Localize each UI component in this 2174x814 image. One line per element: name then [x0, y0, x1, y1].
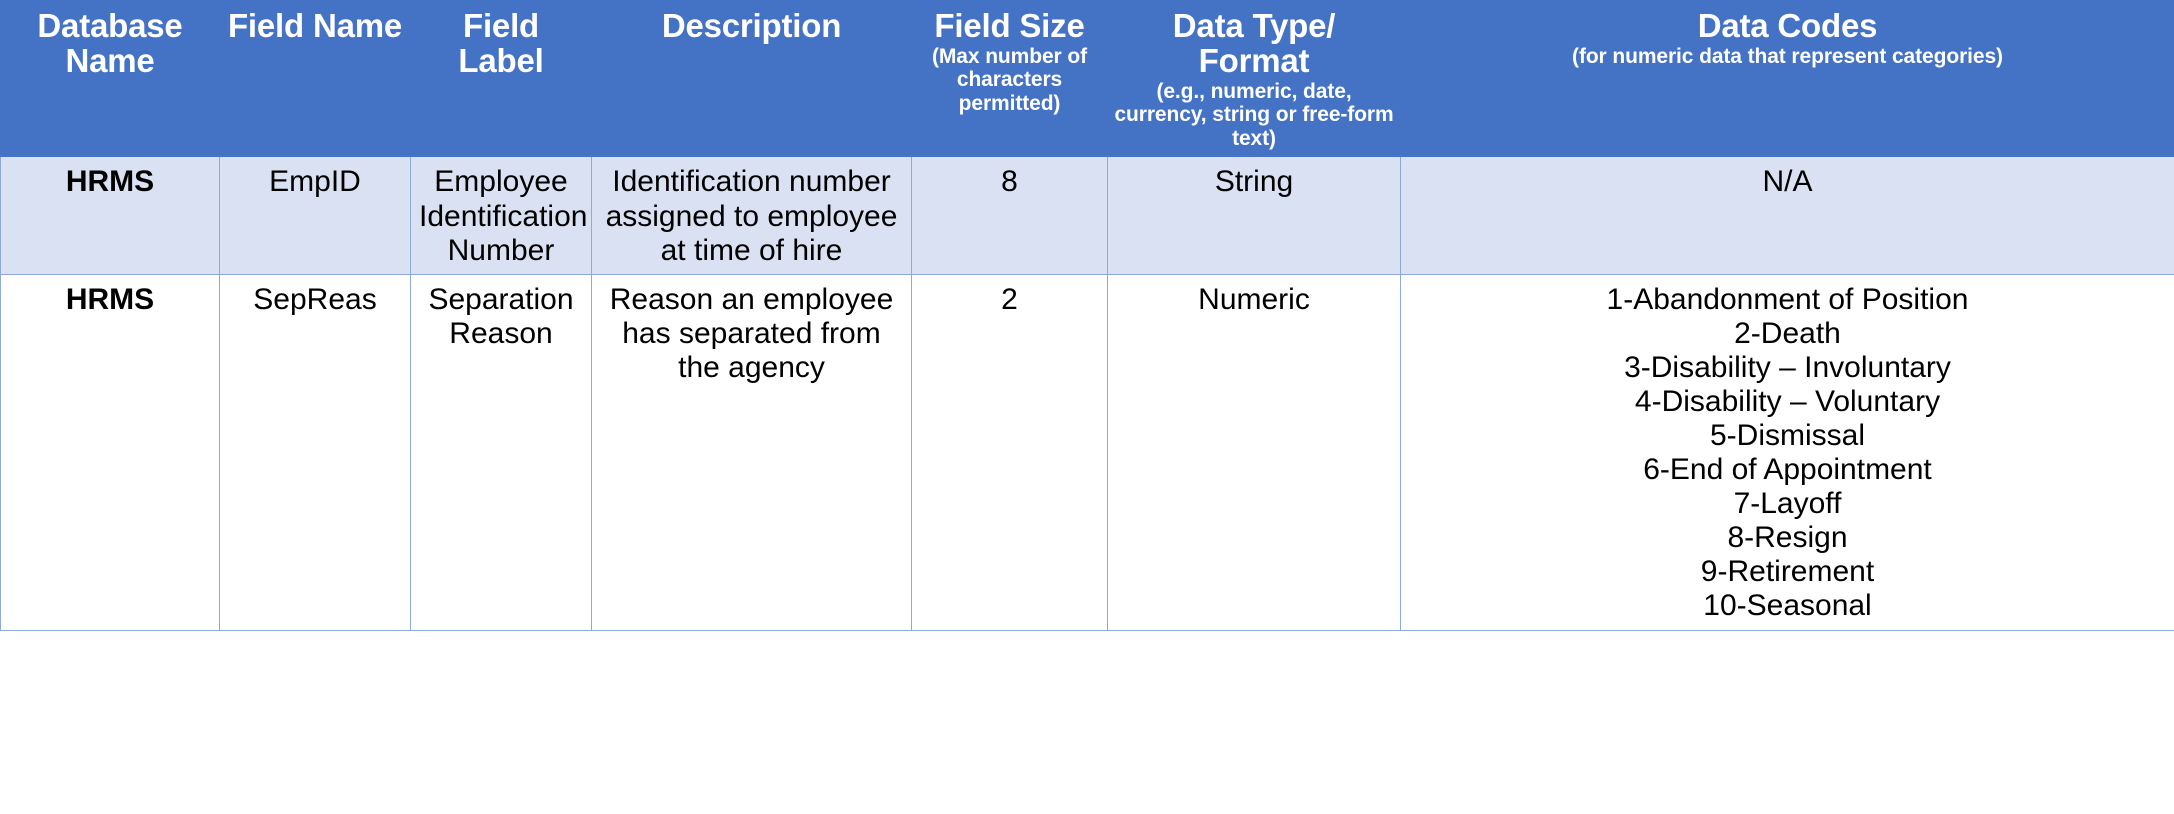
cell-field-label: Separation Reason [410, 274, 592, 631]
data-code-item: 7-Layoff [1733, 487, 1842, 521]
column-header-subtitle: (Max number of characters permitted) [932, 44, 1087, 115]
cell-data-type: Numeric [1107, 274, 1401, 631]
cell-field-size: 2 [911, 274, 1108, 631]
cell-database-name: HRMS [0, 156, 220, 276]
data-code-item: 6-End of Appointment [1643, 453, 1932, 487]
data-code-item: 4-Disability – Voluntary [1634, 385, 1941, 419]
column-header-field-label: Field Label [410, 0, 592, 158]
cell-description: Reason an employee has separated from th… [591, 274, 912, 631]
column-header-data-codes: Data Codes (for numeric data that repres… [1400, 0, 2174, 158]
column-header-data-type-format: Data Type/ Format (e.g., numeric, date, … [1107, 0, 1401, 158]
column-header-subtitle: (for numeric data that represent categor… [1572, 44, 2003, 68]
column-header-database-name: Database Name [0, 0, 220, 158]
cell-field-name: EmpID [219, 156, 411, 276]
cell-data-type: String [1107, 156, 1401, 276]
data-dictionary-table: Database Name Field Name Field Label Des… [0, 0, 2174, 631]
data-code-item: 1-Abandonment of Position [1606, 283, 1969, 317]
table-row: HRMS SepReas Separation Reason Reason an… [0, 274, 2174, 631]
cell-database-name: HRMS [0, 274, 220, 631]
data-code-item: 3-Disability – Involuntary [1624, 351, 1951, 385]
cell-field-label: Employee Identification Number [410, 156, 592, 276]
column-header-field-size: Field Size (Max number of characters per… [911, 0, 1108, 158]
column-header-field-name: Field Name [219, 0, 411, 158]
data-code-item: 5-Dismissal [1709, 419, 1865, 453]
column-header-title: Field Size [934, 7, 1085, 44]
column-header-title: Description [661, 7, 842, 44]
column-header-title: Field Label [458, 7, 544, 79]
cell-data-codes: 1-Abandonment of Position 2-Death 3-Disa… [1400, 274, 2174, 631]
column-header-title: Field Name [227, 7, 403, 44]
data-code-item: 10-Seasonal [1703, 589, 1872, 623]
column-header-title: Database Name [37, 7, 183, 79]
column-header-description: Description [591, 0, 912, 158]
cell-field-size: 8 [911, 156, 1108, 276]
column-header-subtitle: (e.g., numeric, date, currency, string o… [1114, 79, 1394, 150]
table-header-row: Database Name Field Name Field Label Des… [0, 0, 2174, 158]
data-code-item: 8-Resign [1727, 521, 1848, 555]
table-row: HRMS EmpID Employee Identification Numbe… [0, 156, 2174, 276]
data-code-item: N/A [1762, 165, 1813, 199]
cell-field-name: SepReas [219, 274, 411, 631]
column-header-title: Data Codes [1697, 7, 1878, 44]
cell-data-codes: N/A [1400, 156, 2174, 276]
data-code-item: 2-Death [1734, 317, 1841, 351]
data-code-item: 9-Retirement [1700, 555, 1875, 589]
cell-description: Identification number assigned to employ… [591, 156, 912, 276]
column-header-title: Data Type/ Format [1172, 7, 1336, 79]
